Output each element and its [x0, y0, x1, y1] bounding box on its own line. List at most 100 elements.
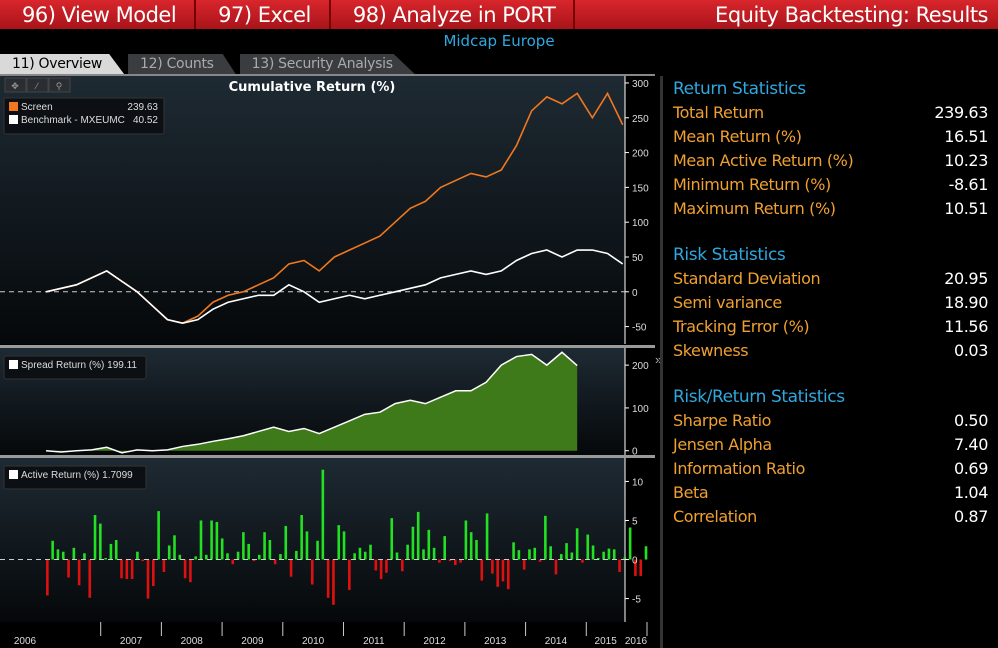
active-return-bar: [358, 547, 362, 560]
y-tick-label: 0: [632, 288, 638, 299]
analyze-port-button[interactable]: 98) Analyze in PORT: [331, 0, 576, 29]
active-return-bar: [83, 553, 86, 560]
active-return-bar: [157, 511, 160, 560]
stat-value: 239.63: [934, 102, 988, 122]
active-return-bar: [146, 559, 150, 599]
y-tick-label: 200: [632, 361, 649, 372]
active-return-bar: [549, 546, 552, 560]
active-return-bar: [305, 531, 309, 560]
active-return-bar: [612, 549, 616, 560]
view-model-button[interactable]: 96) View Model: [0, 0, 197, 29]
active-return-bar: [337, 525, 341, 560]
active-return-bar: [257, 554, 261, 560]
x-tick-label: 2016: [625, 636, 648, 647]
legend: Screen 239.63Benchmark - MXEUMC 40.52: [3, 97, 165, 135]
stat-label: Correlation: [673, 506, 757, 526]
stat-label: Maximum Return (%): [673, 198, 836, 218]
active-return-bar: [210, 520, 213, 560]
y-tick-label: -50: [632, 323, 647, 334]
active-return-bar: [565, 543, 568, 560]
stat-row: Tracking Error (%) 11.56: [663, 314, 998, 338]
stat-row: Mean Active Return (%) 10.23: [663, 148, 998, 172]
chart-title: Cumulative Return (%): [229, 80, 396, 95]
active-return-bar: [326, 559, 330, 598]
active-return-bar: [247, 543, 250, 560]
excel-button[interactable]: 97) Excel: [196, 0, 331, 29]
active-return-bar: [559, 554, 563, 560]
y-tick-label: 0: [632, 556, 638, 567]
active-return-bar: [522, 559, 526, 570]
legend: Spread Return (%) 199.11: [3, 355, 147, 380]
active-return-bar: [204, 554, 208, 560]
stat-value: 0.03: [953, 340, 988, 360]
active-return-bar: [67, 559, 70, 578]
active-return-bar: [104, 557, 107, 560]
panel-divider: [0, 455, 655, 458]
active-return-bar: [480, 559, 484, 581]
universe-subtitle: Midcap Europe: [443, 32, 555, 50]
active-return-bar: [427, 529, 431, 560]
stat-row: Skewness 0.03: [663, 338, 998, 362]
legend-swatch: [9, 102, 18, 111]
stat-value: 11.56: [944, 316, 988, 336]
active-return-bar: [56, 549, 60, 560]
active-return-bar: [99, 523, 102, 560]
active-return-bar: [125, 559, 129, 580]
tab-overview[interactable]: 11) Overview: [0, 54, 125, 74]
active-return-bar: [544, 515, 547, 560]
legend: Active Return (%) 1.7099: [3, 465, 147, 490]
active-return-bar: [485, 513, 489, 560]
active-return-bar: [61, 551, 65, 560]
y-tick-label: 5: [632, 516, 638, 527]
active-return-bar: [88, 559, 92, 598]
tab-counts[interactable]: 12) Counts: [128, 54, 236, 74]
active-return-bar: [416, 511, 420, 560]
legend-label: Screen: [21, 102, 53, 113]
stat-value: 0.87: [953, 506, 988, 526]
x-tick-label: 2012: [423, 636, 446, 647]
stat-row: Beta 1.04: [663, 480, 998, 504]
active-return-bar: [581, 559, 584, 563]
active-return-bar: [236, 551, 240, 560]
top-bar: 96) View Model 97) Excel 98) Analyze in …: [0, 0, 998, 29]
y-tick-label: 50: [632, 253, 644, 264]
active-return-bar: [575, 528, 579, 560]
stat-label: Minimum Return (%): [673, 174, 831, 194]
active-return-bar: [443, 536, 446, 560]
stat-label: Standard Deviation: [673, 268, 821, 288]
active-return-bar: [189, 559, 192, 583]
active-return-bar: [109, 543, 113, 560]
active-return-bar: [496, 559, 499, 587]
active-return-bar: [501, 559, 505, 582]
x-tick-label: 2014: [545, 636, 568, 647]
y-tick-label: 150: [632, 183, 649, 194]
active-return-bar: [438, 559, 441, 563]
tab-security-analysis[interactable]: 13) Security Analysis: [239, 54, 415, 74]
stat-value: 10.23: [944, 150, 988, 170]
active-return-bar: [141, 559, 145, 562]
legend-swatch: [9, 360, 18, 369]
active-return-bar: [284, 525, 288, 560]
stat-label: Skewness: [673, 340, 749, 360]
active-return-bar: [93, 515, 97, 560]
active-return-bar: [464, 520, 468, 560]
active-return-bar: [348, 559, 351, 590]
stat-row: Total Return 239.63: [663, 100, 998, 124]
x-tick-label: 2009: [241, 636, 264, 647]
active-return-bar: [506, 559, 510, 590]
stat-label: Beta: [673, 482, 709, 502]
active-return-bar: [167, 545, 171, 560]
active-return-bar: [194, 556, 197, 560]
stat-row: Sharpe Ratio 0.50: [663, 408, 998, 432]
active-return-bar: [618, 559, 621, 573]
active-return-bar: [178, 554, 182, 560]
active-return-bar: [607, 548, 611, 560]
active-return-bar: [379, 559, 383, 580]
stat-row: Jensen Alpha 7.40: [663, 432, 998, 456]
x-tick-label: 2011: [363, 636, 385, 647]
x-tick-label: 2015: [595, 636, 618, 647]
active-return-bar: [353, 553, 356, 560]
legend-label: Active Return (%) 1.7099: [21, 470, 133, 481]
active-return-bar: [395, 552, 399, 560]
active-return-bar: [295, 550, 298, 560]
